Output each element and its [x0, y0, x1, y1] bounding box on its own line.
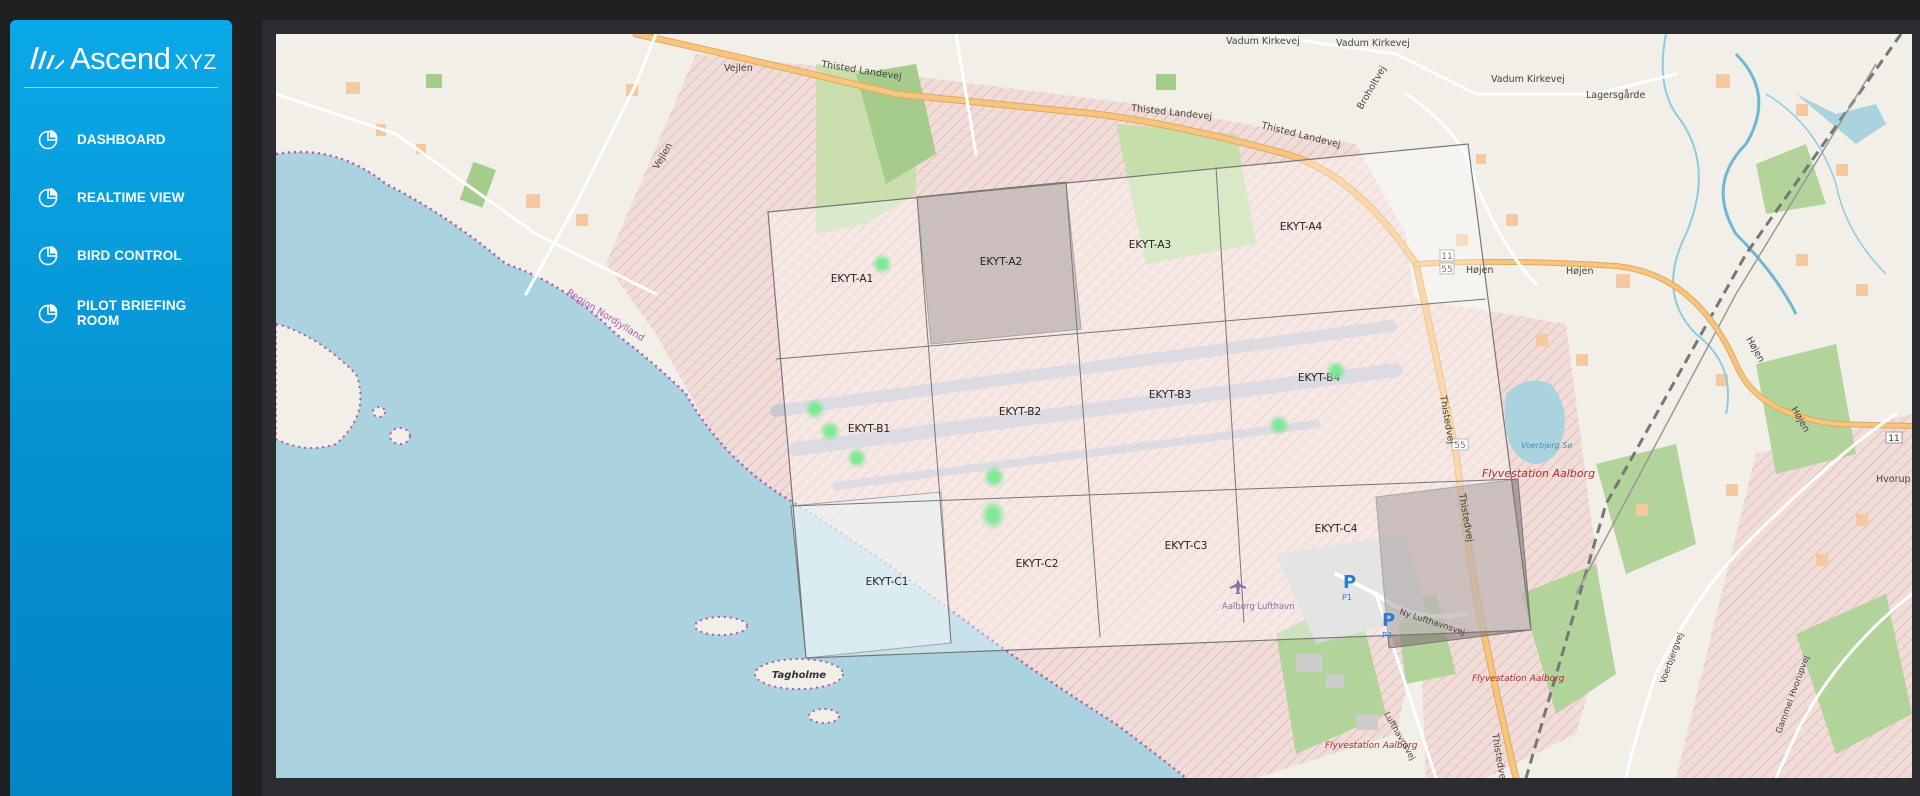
grid-label-b2: EKYT-B2 — [999, 406, 1041, 418]
parking-label: P3 — [1382, 631, 1392, 640]
map-label-hvorup: Hvorup — [1876, 474, 1911, 485]
pie-chart-icon — [38, 246, 58, 266]
map-label-flyvestation: Flyvestation Aalborg — [1472, 674, 1565, 684]
map-label-tagholme: Tagholme — [772, 670, 826, 681]
bird-hotspot[interactable] — [871, 253, 893, 275]
airport-map[interactable]: Tagholme 11 55 55 11 EKYT-A1 EKYT-A2 EKY… — [276, 34, 1912, 778]
sidebar: Ascend XYZ DASHBOARD REALTIME VIEW BIRD … — [10, 20, 232, 796]
grid-label-a2: EKYT-A2 — [980, 256, 1022, 268]
map-label-vadum-kirkevej: Vadum Kirkevej — [1491, 74, 1565, 85]
sidebar-nav: DASHBOARD REALTIME VIEW BIRD CONTROL PIL… — [10, 110, 232, 342]
sidebar-item-pilot-briefing-room[interactable]: PILOT BRIEFING ROOM — [10, 284, 232, 342]
brand-divider — [24, 87, 218, 88]
sidebar-item-realtime-view[interactable]: REALTIME VIEW — [10, 168, 232, 226]
parking-icon[interactable]: P — [1382, 610, 1395, 631]
grid-label-a1: EKYT-A1 — [831, 273, 873, 285]
brand-suffix: XYZ — [174, 51, 217, 74]
bird-hotspot[interactable] — [982, 465, 1006, 489]
sidebar-item-label: DASHBOARD — [77, 131, 166, 147]
grid-label-a4: EKYT-A4 — [1280, 221, 1323, 233]
pie-chart-icon — [38, 130, 58, 150]
bird-hotspot[interactable] — [819, 420, 841, 442]
bird-hotspot[interactable] — [1325, 360, 1347, 382]
bird-hotspot[interactable] — [980, 499, 1006, 531]
parking-icon[interactable]: P — [1343, 572, 1356, 593]
map-label-vejlen: Vejlen — [724, 63, 753, 74]
bird-hotspot[interactable] — [804, 398, 826, 420]
brand-name: Ascend — [70, 41, 171, 76]
main-panel: Tagholme 11 55 55 11 EKYT-A1 EKYT-A2 EKY… — [262, 20, 1920, 796]
grid-label-a3: EKYT-A3 — [1129, 239, 1171, 251]
sidebar-item-label: REALTIME VIEW — [77, 189, 185, 205]
map-label-voerbjerg-soe: Voerbjerg Sø — [1521, 441, 1572, 450]
grid-label-c1: EKYT-C1 — [866, 576, 909, 588]
sidebar-item-label: PILOT BRIEFING ROOM — [76, 298, 187, 328]
pie-chart-icon — [38, 188, 58, 208]
ascend-logo-icon — [30, 47, 64, 69]
map-label-aalborg-lufthavn: Aalborg Lufthavn — [1222, 602, 1295, 612]
grid-label-c3: EKYT-C3 — [1165, 540, 1208, 552]
map-label-flyvestation: Flyvestation Aalborg — [1482, 467, 1595, 480]
bird-hotspot[interactable] — [846, 447, 868, 469]
grid-label-c4: EKYT-C4 — [1315, 523, 1358, 535]
parking-label: P1 — [1342, 593, 1352, 602]
road-shield-11: 11 — [1888, 434, 1899, 444]
map-canvas[interactable]: Tagholme 11 55 55 11 EKYT-A1 EKYT-A2 EKY… — [276, 34, 1912, 778]
grid-label-c2: EKYT-C2 — [1016, 558, 1059, 570]
map-label-vadum-kirkevej: Vadum Kirkevej — [1336, 38, 1410, 49]
grid-label-b1: EKYT-B1 — [848, 423, 890, 435]
sidebar-item-dashboard[interactable]: DASHBOARD — [10, 110, 232, 168]
pie-chart-icon — [38, 304, 58, 324]
sidebar-item-bird-control[interactable]: BIRD CONTROL — [10, 226, 232, 284]
brand-logo[interactable]: Ascend XYZ — [24, 30, 218, 88]
grid-label-b3: EKYT-B3 — [1149, 389, 1191, 401]
map-label-vadum-kirkevej: Vadum Kirkevej — [1226, 36, 1300, 47]
bird-hotspot[interactable] — [1268, 414, 1290, 436]
map-label-lagersgaarde: Lagersgårde — [1586, 90, 1645, 101]
map-label-hoejen: Højen — [1466, 265, 1493, 276]
map-label-hoejen: Højen — [1566, 266, 1593, 277]
sidebar-item-label: BIRD CONTROL — [77, 247, 182, 263]
